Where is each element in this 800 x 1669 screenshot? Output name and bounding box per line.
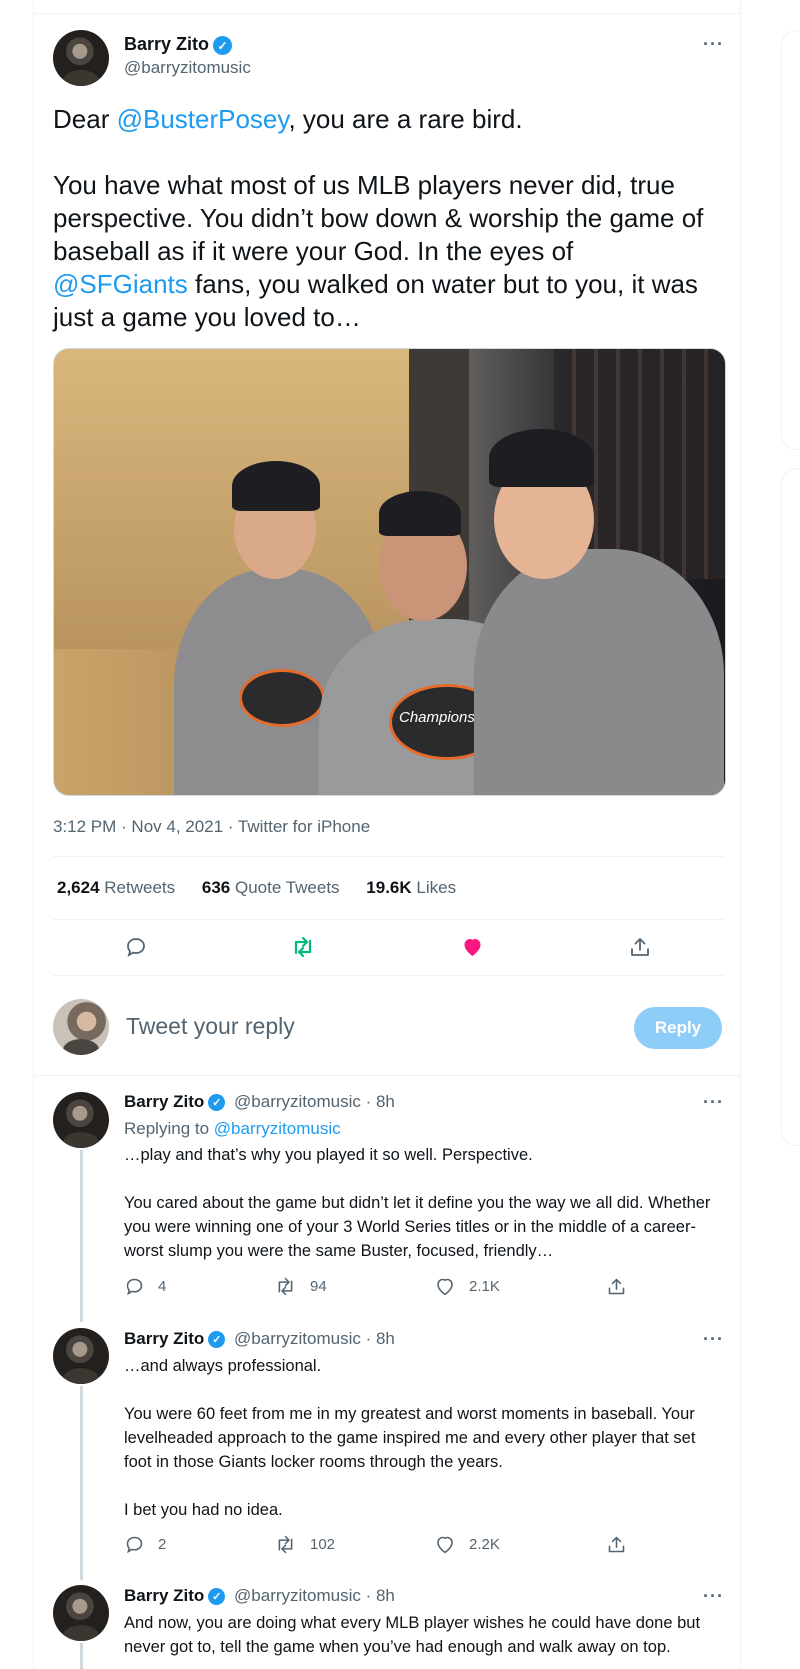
like-action[interactable]: 2.2K [434, 1534, 500, 1555]
retweet-count: 94 [310, 1278, 327, 1295]
verified-badge-icon: ✓ [208, 1331, 226, 1349]
avatar[interactable] [53, 1092, 109, 1148]
retweet-count: 102 [310, 1536, 336, 1553]
verified-badge-icon: ✓ [213, 36, 233, 56]
reply-count: 4 [158, 1278, 167, 1295]
quote-tweets-stat[interactable]: 636 Quote Tweets [202, 878, 340, 897]
mention-link[interactable]: @SFGiants [53, 269, 188, 299]
handle-time[interactable]: @barryzitomusic · 8h [234, 1329, 395, 1348]
thread-line [80, 1643, 83, 1669]
tweet-text: Dear @BusterPosey, you are a rare bird. … [53, 104, 706, 332]
top-divider [34, 13, 740, 14]
avatar[interactable] [53, 1585, 109, 1641]
likes-stat[interactable]: 19.6K Likes [366, 878, 456, 897]
shirt-text: Champions [399, 709, 475, 726]
handle-time[interactable]: @barryzitomusic · 8h [234, 1586, 395, 1605]
share-icon[interactable] [606, 1276, 640, 1297]
author-name[interactable]: Barry Zito [124, 34, 209, 54]
author-name[interactable]: Barry Zito [124, 1586, 204, 1605]
tweet-text: …and always professional. You were 60 fe… [124, 1357, 696, 1519]
divider [53, 919, 724, 920]
divider [53, 975, 724, 976]
retweet-icon[interactable] [290, 935, 316, 959]
reply-button[interactable]: Reply [634, 1007, 722, 1049]
share-icon[interactable] [628, 935, 652, 959]
tweet-header[interactable]: Barry Zito ✓ @barryzitomusic · 8h [124, 1092, 395, 1112]
share-icon[interactable] [606, 1534, 640, 1555]
verified-badge-icon: ✓ [208, 1588, 226, 1606]
handle-time[interactable]: @barryzitomusic · 8h [234, 1092, 395, 1111]
sidebar-card [781, 468, 800, 1146]
author-handle[interactable]: @barryzitomusic [124, 58, 251, 78]
heart-icon[interactable] [460, 935, 485, 959]
tweet-meta[interactable]: 3:12 PM · Nov 4, 2021 · Twitter for iPho… [53, 817, 370, 837]
avatar[interactable] [53, 999, 109, 1055]
verified-badge-icon: ✓ [208, 1094, 226, 1112]
avatar[interactable] [53, 30, 109, 86]
like-count: 2.2K [469, 1536, 500, 1553]
retweet-action[interactable]: 102 [274, 1534, 335, 1555]
reply-icon[interactable] [124, 935, 148, 959]
tweet-header[interactable]: Barry Zito ✓ @barryzitomusic · 8h [124, 1586, 395, 1606]
tweet-text: …play and that’s why you played it so we… [124, 1146, 711, 1260]
more-icon[interactable]: ··· [703, 34, 724, 55]
thread-line [80, 1386, 83, 1580]
thread-line [80, 1150, 83, 1322]
more-icon[interactable]: ··· [703, 1329, 724, 1350]
like-count: 2.1K [469, 1278, 500, 1295]
reply-action[interactable]: 4 [124, 1276, 166, 1297]
mention-link[interactable]: @barryzitomusic [214, 1119, 341, 1138]
divider [53, 856, 724, 857]
retweet-action[interactable]: 94 [274, 1276, 327, 1297]
retweets-stat[interactable]: 2,624 Retweets [57, 878, 175, 897]
author-info[interactable]: Barry Zito ✓ @barryzitomusic [124, 34, 251, 78]
reply-count: 2 [158, 1536, 167, 1553]
more-icon[interactable]: ··· [703, 1586, 724, 1607]
sidebar-card [781, 30, 800, 450]
replying-to: Replying to @barryzitomusic [124, 1119, 341, 1138]
tweet-text: And now, you are doing what every MLB pl… [124, 1614, 705, 1656]
like-action[interactable]: 2.1K [434, 1276, 500, 1297]
author-name[interactable]: Barry Zito [124, 1329, 204, 1348]
tweet-stats: 2,624 Retweets 636 Quote Tweets 19.6K Li… [57, 878, 478, 898]
tweet-photo[interactable]: Champions [53, 348, 726, 796]
avatar[interactable] [53, 1328, 109, 1384]
author-name[interactable]: Barry Zito [124, 1092, 204, 1111]
mention-link[interactable]: @BusterPosey [117, 104, 289, 134]
tweet-header[interactable]: Barry Zito ✓ @barryzitomusic · 8h [124, 1329, 395, 1349]
reply-composer: Tweet your reply Reply [33, 985, 741, 1076]
reply-action[interactable]: 2 [124, 1534, 166, 1555]
more-icon[interactable]: ··· [703, 1092, 724, 1113]
reply-input[interactable]: Tweet your reply [126, 1013, 295, 1040]
